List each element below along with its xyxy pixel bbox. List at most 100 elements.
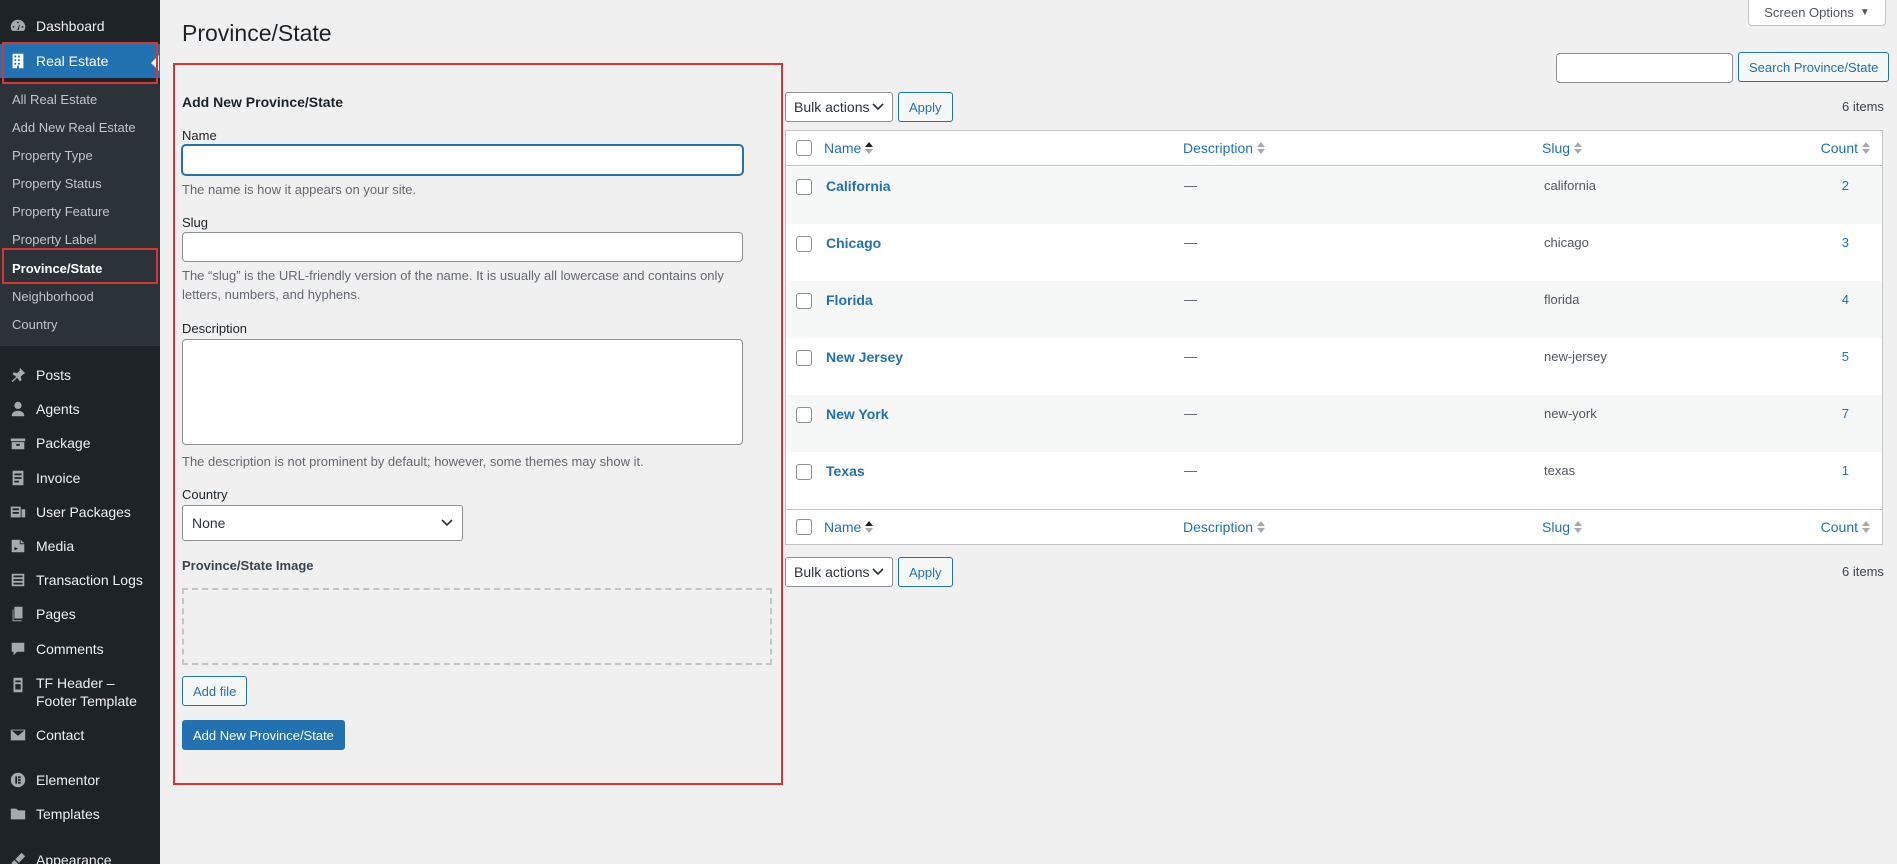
- pages-icon: [0, 605, 36, 623]
- row-checkbox[interactable]: [796, 179, 812, 195]
- menu-pages[interactable]: Pages: [0, 597, 160, 631]
- term-name-link[interactable]: California: [826, 178, 891, 194]
- column-count-sort[interactable]: Count: [1821, 140, 1870, 156]
- menu-posts[interactable]: Posts: [0, 358, 160, 392]
- menu-tf-header-label: TF Header –: [36, 675, 115, 691]
- country-select[interactable]: None: [182, 505, 463, 541]
- column-slug-sort[interactable]: Slug: [1542, 140, 1583, 156]
- user-packages-icon: [0, 503, 36, 521]
- menu-transaction-logs[interactable]: Transaction Logs: [0, 563, 160, 597]
- elementor-icon: [0, 771, 36, 789]
- invoice-icon: [0, 469, 36, 487]
- menu-package[interactable]: Package: [0, 426, 160, 460]
- term-name-link[interactable]: New Jersey: [826, 349, 903, 365]
- menu-tf-header-footer-template[interactable]: TF Header – Footer Template: [0, 674, 160, 714]
- column-name-label: Name: [824, 140, 862, 156]
- row-checkbox[interactable]: [796, 407, 812, 423]
- admin-sidebar: Dashboard Real Estate All Real Estate Ad…: [0, 0, 160, 864]
- term-count-link[interactable]: 4: [1842, 292, 1849, 307]
- term-slug: florida: [1544, 292, 1580, 307]
- menu-agents-label: Agents: [36, 401, 80, 417]
- menu-invoice[interactable]: Invoice: [0, 461, 160, 495]
- image-dropzone[interactable]: [182, 588, 772, 665]
- column-description-sort[interactable]: Description: [1183, 140, 1266, 156]
- slug-input[interactable]: [182, 232, 743, 262]
- term-slug: new-jersey: [1544, 349, 1607, 364]
- term-count-link[interactable]: 1: [1842, 463, 1849, 478]
- row-checkbox[interactable]: [796, 350, 812, 366]
- name-label: Name: [182, 128, 217, 143]
- column-description-label: Description: [1183, 519, 1254, 535]
- column-count-sort-footer[interactable]: Count: [1821, 519, 1870, 535]
- row-checkbox[interactable]: [796, 236, 812, 252]
- caret-down-icon: ▼: [1859, 7, 1870, 18]
- term-count-link[interactable]: 7: [1842, 406, 1849, 421]
- menu-dashboard[interactable]: Dashboard: [0, 9, 160, 43]
- apply-button-top[interactable]: Apply: [898, 92, 953, 122]
- term-count-link[interactable]: 3: [1842, 235, 1849, 250]
- name-input[interactable]: [182, 145, 743, 175]
- submenu-neighborhood[interactable]: Neighborhood: [12, 289, 94, 304]
- term-name-link[interactable]: Chicago: [826, 235, 881, 251]
- row-checkbox[interactable]: [796, 293, 812, 309]
- sort-icon: [865, 521, 874, 533]
- bulk-actions-select-top[interactable]: Bulk actions: [785, 92, 893, 122]
- menu-templates[interactable]: Templates: [0, 797, 160, 831]
- submenu-property-type[interactable]: Property Type: [12, 148, 93, 163]
- menu-real-estate[interactable]: Real Estate: [0, 44, 160, 78]
- menu-media[interactable]: Media: [0, 529, 160, 563]
- submenu-all-real-estate[interactable]: All Real Estate: [12, 92, 97, 107]
- column-description-sort-footer[interactable]: Description: [1183, 519, 1266, 535]
- submenu-property-feature[interactable]: Property Feature: [12, 204, 110, 219]
- add-file-button[interactable]: Add file: [182, 676, 248, 706]
- term-slug: california: [1544, 178, 1597, 193]
- select-all-checkbox[interactable]: [796, 140, 812, 156]
- menu-posts-label: Posts: [36, 367, 72, 383]
- column-slug-sort-footer[interactable]: Slug: [1542, 519, 1583, 535]
- term-name-link[interactable]: Texas: [826, 463, 865, 479]
- submenu-country[interactable]: Country: [12, 317, 58, 332]
- column-slug-label: Slug: [1542, 140, 1571, 156]
- search-button[interactable]: Search Province/State: [1738, 52, 1890, 82]
- menu-media-label: Media: [36, 538, 75, 554]
- description-textarea[interactable]: [182, 339, 743, 445]
- submenu-province-state[interactable]: Province/State: [12, 261, 102, 276]
- country-select-value: None: [192, 515, 226, 531]
- menu-contact[interactable]: Contact: [0, 718, 160, 752]
- term-description: —: [1184, 292, 1197, 307]
- column-name-sort-footer[interactable]: Name: [824, 519, 874, 535]
- mail-icon: [0, 726, 36, 744]
- menu-user-packages[interactable]: User Packages: [0, 495, 160, 529]
- term-count-link[interactable]: 5: [1842, 349, 1849, 364]
- name-help: The name is how it appears on your site.: [182, 182, 417, 197]
- menu-agents[interactable]: Agents: [0, 392, 160, 426]
- menu-appearance[interactable]: Appearance: [0, 843, 160, 864]
- select-all-checkbox-footer[interactable]: [796, 519, 812, 535]
- submenu-property-status[interactable]: Property Status: [12, 176, 102, 191]
- term-description: —: [1184, 235, 1197, 250]
- submenu-add-new-real-estate[interactable]: Add New Real Estate: [12, 120, 136, 135]
- term-count-link[interactable]: 2: [1842, 178, 1849, 193]
- screen-options-button[interactable]: Screen Options ▼: [1748, 0, 1886, 26]
- term-name-link[interactable]: New York: [826, 406, 889, 422]
- term-description: —: [1184, 349, 1197, 364]
- chevron-down-icon: [872, 103, 884, 111]
- real-estate-submenu: All Real Estate Add New Real Estate Prop…: [0, 84, 160, 346]
- bulk-actions-select-bottom[interactable]: Bulk actions: [785, 557, 893, 587]
- sort-icon: [1257, 142, 1266, 154]
- submenu-property-label[interactable]: Property Label: [12, 232, 97, 247]
- term-description: —: [1184, 178, 1197, 193]
- menu-appearance-label: Appearance: [36, 852, 112, 864]
- menu-comments[interactable]: Comments: [0, 632, 160, 666]
- column-name-sort[interactable]: Name: [824, 140, 874, 156]
- term-name-link[interactable]: Florida: [826, 292, 873, 308]
- bulk-actions-label: Bulk actions: [794, 99, 870, 115]
- menu-package-label: Package: [36, 435, 91, 451]
- row-checkbox[interactable]: [796, 464, 812, 480]
- add-new-term-button[interactable]: Add New Province/State: [182, 720, 345, 750]
- search-input[interactable]: [1556, 53, 1733, 83]
- menu-dashboard-label: Dashboard: [36, 18, 105, 34]
- apply-button-bottom[interactable]: Apply: [898, 557, 953, 587]
- menu-elementor[interactable]: Elementor: [0, 763, 160, 797]
- table-row: Florida — florida 4: [786, 281, 1882, 338]
